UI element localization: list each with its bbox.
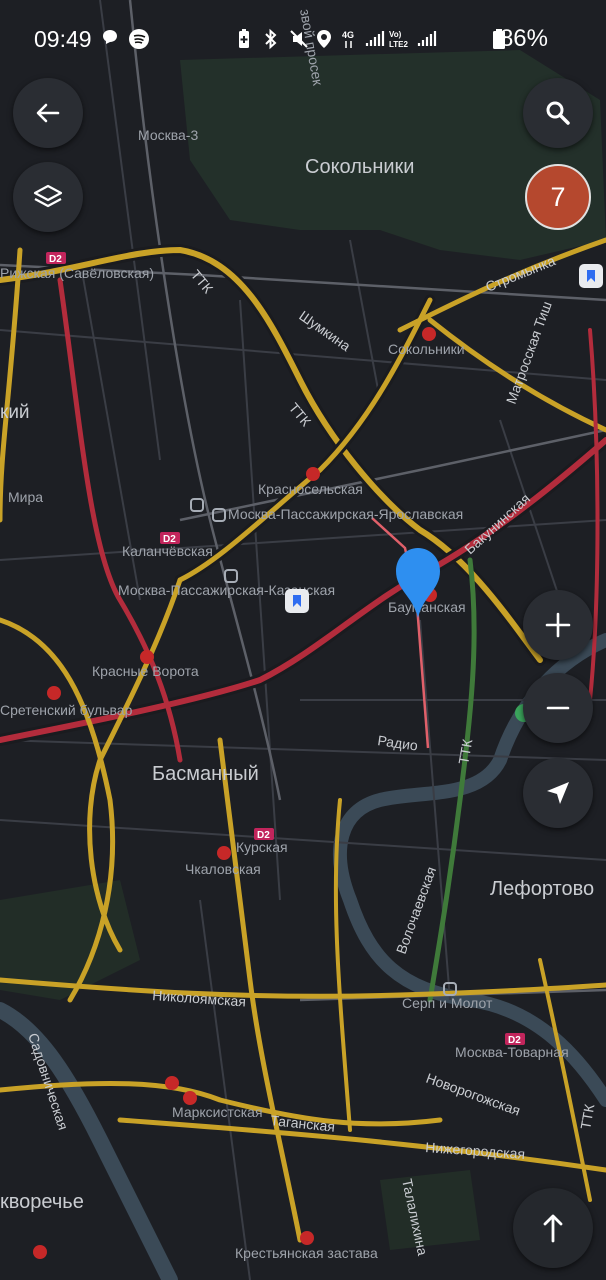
label-serp-molot: Серп и Молот <box>402 995 493 1011</box>
svg-text:D2: D2 <box>508 1035 521 1046</box>
map-canvas[interactable]: Сокольники Москва-3 звой просек ТТК ТТК … <box>0 0 606 1280</box>
mute-icon <box>290 30 308 48</box>
zoom-out-button[interactable] <box>523 673 593 743</box>
label-moskva-tovarnaya: Москва-Товарная <box>455 1044 569 1060</box>
search-button[interactable] <box>523 78 593 148</box>
status-bar: 09:49 4G Vo) LTE2 86% <box>0 0 606 80</box>
layers-button[interactable] <box>13 162 83 232</box>
minus-icon <box>546 706 570 710</box>
label-novorogozhskaya: Новорогожская <box>424 1070 523 1119</box>
zoom-in-button[interactable] <box>523 590 593 660</box>
label-rizhskaya: Рижская (Савёловская) <box>0 265 154 281</box>
label-nikoloyamskaya: Николоямская <box>152 987 247 1010</box>
chat-bubble-icon <box>103 30 117 44</box>
label-krasnoselskaya: Красносельская <box>258 481 363 497</box>
label-baumanskaya: Бауманская <box>388 599 466 615</box>
label-kiy: кий <box>0 402 30 423</box>
label-mira: Мира <box>8 489 43 505</box>
battery-saver-icon <box>239 29 249 48</box>
notifications-badge[interactable]: 7 <box>525 164 591 230</box>
battery-icon <box>493 29 505 49</box>
signal-2-icon <box>417 31 437 46</box>
label-ttk-4: ТТК <box>577 1102 597 1130</box>
plus-icon <box>545 612 571 638</box>
status-time: 09:49 <box>34 26 92 52</box>
label-sokolniki-station: Сокольники <box>388 341 465 357</box>
label-sretensky: Сретенский бульвар <box>0 702 133 718</box>
label-radio: Радио <box>377 732 419 754</box>
bluetooth-icon <box>265 28 277 50</box>
label-kalanchevskaya: Каланчёвская <box>122 543 213 559</box>
layers-icon <box>33 184 63 208</box>
battery-percent: 86% <box>499 25 548 52</box>
svg-text:D2: D2 <box>257 830 270 841</box>
label-krasnye-vorota: Красные Ворота <box>92 663 199 679</box>
navigation-arrow-icon <box>547 782 569 804</box>
label-sokolniki: Сокольники <box>305 156 414 178</box>
svg-text:LTE2: LTE2 <box>389 40 409 49</box>
arrow-up-icon <box>543 1214 563 1243</box>
spotify-icon <box>129 29 149 49</box>
svg-text:Vo): Vo) <box>389 30 402 39</box>
label-ttk-3: ТТК <box>455 737 475 765</box>
label-kurskaya: Курская <box>236 839 288 855</box>
label-volochaevskaya: Волочаевская <box>393 864 439 956</box>
label-mp-yaroslavskaya: Москва-Пассажирская-Ярославская <box>228 506 463 522</box>
svg-text:D2: D2 <box>49 254 62 265</box>
arrow-left-icon <box>36 103 60 123</box>
4g-icon: 4G <box>342 30 354 48</box>
label-krestyanskaya: Крестьянская застава <box>235 1245 378 1261</box>
label-marksistskaya: Марксистская <box>172 1104 263 1120</box>
my-location-button[interactable] <box>523 758 593 828</box>
label-ttk-1: ТТК <box>188 267 217 297</box>
label-basmanny: Басманный <box>152 763 259 785</box>
volte2-icon: Vo)LTE2 <box>389 30 409 49</box>
label-nizhegorodskaya: Нижегородская <box>425 1139 526 1162</box>
label-bakuninskaya: Бакунинская <box>461 490 533 557</box>
search-icon <box>546 101 570 125</box>
location-icon <box>317 30 331 48</box>
svg-text:4G: 4G <box>342 30 354 40</box>
label-shumkina: Шумкина <box>296 307 353 354</box>
signal-icon <box>365 31 385 46</box>
label-lefortovo: Лефортово <box>490 878 594 900</box>
back-button[interactable] <box>13 78 83 148</box>
label-chkalovskaya: Чкаловская <box>185 861 261 877</box>
route-button[interactable] <box>513 1188 593 1268</box>
label-zamoskvorechye: кворечье <box>0 1191 84 1213</box>
label-moskva3: Москва-3 <box>138 127 198 143</box>
svg-text:D2: D2 <box>163 534 176 545</box>
